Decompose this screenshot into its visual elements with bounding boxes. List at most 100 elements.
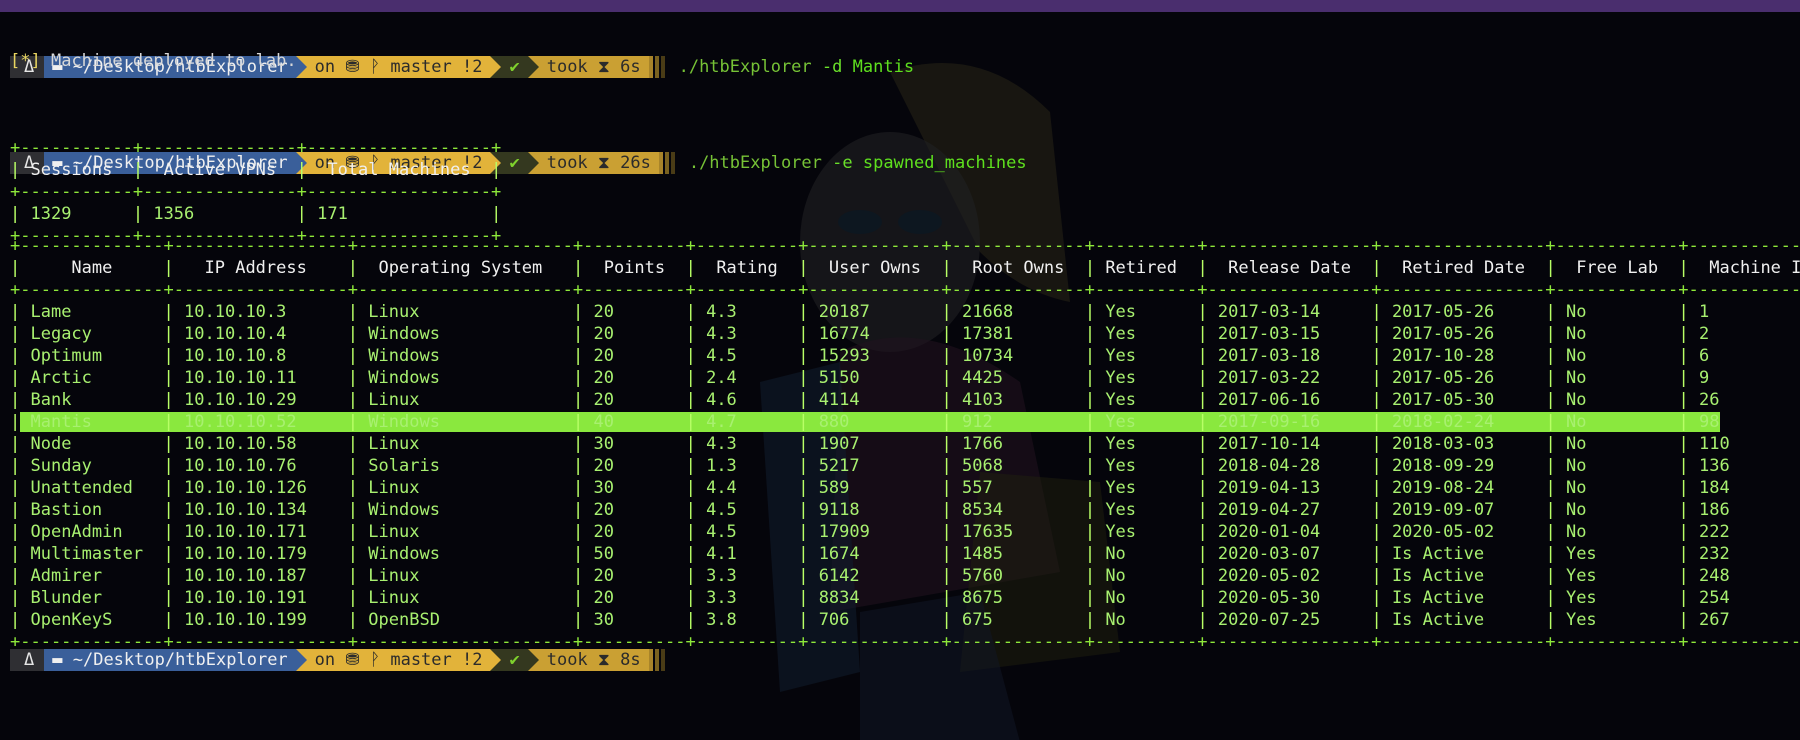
machine-cell: No [1555,434,1679,454]
check-icon: ✔ [509,650,520,670]
table-row[interactable]: | Bank | 10.10.10.29 | Linux | 20 | 4.6 … [10,389,1800,411]
machine-cell: Is Active [1381,566,1546,586]
machine-cell: 6 [1699,346,1710,366]
machine-cell: No [1555,302,1679,322]
machine-cell: 1.3 [695,456,799,476]
machine-cell: Bastion [20,500,164,520]
machine-cell: 20 [583,390,686,410]
table-row[interactable]: | Bastion | 10.10.10.134 | Windows | 20 … [10,499,1800,521]
machine-cell: 2020-01-04 [1207,522,1372,542]
machine-cell: No [1095,610,1198,630]
machine-cell: 10.10.10.58 [173,434,348,454]
machine-cell: 2017-03-18 [1207,346,1372,366]
machine-cell: Linux [358,302,573,322]
machine-cell: Yes [1095,346,1198,366]
table-row[interactable]: | Multimaster | 10.10.10.179 | Windows |… [10,543,1800,565]
machine-cell: 2017-06-16 [1207,390,1372,410]
machine-cell: 1485 [951,544,1085,564]
git-branch-icon: ⛃ ᚹ [345,650,381,670]
table-row[interactable]: | Arctic | 10.10.10.11 | Windows | 20 | … [10,367,1800,389]
machine-cell: Is Active [1381,610,1546,630]
check-icon: ✔ [509,153,520,173]
machine-cell: 2020-05-30 [1207,588,1372,608]
machine-cell: Yes [1555,610,1679,630]
table-row[interactable]: | Unattended | 10.10.10.126 | Linux | 30… [10,477,1800,499]
machine-cell: 248 [1699,566,1730,586]
machine-cell: 5068 [951,456,1085,476]
machine-cell: Yes [1095,522,1198,542]
machine-cell: 9 [1699,368,1710,388]
machine-cell: 20 [583,522,686,542]
machine-cell: 232 [1699,544,1730,564]
machine-cell: 4.6 [695,390,799,410]
machine-cell: 6142 [808,566,942,586]
machine-cell: 17909 [808,522,942,542]
machine-cell: 10.10.10.8 [173,346,348,366]
machine-cell: Yes [1095,324,1198,344]
machine-cell: Sunday [20,456,164,476]
machine-cell: 4.4 [695,478,799,498]
machine-cell: 2017-03-15 [1207,324,1372,344]
machine-cell: Linux [358,522,573,542]
stats-data-row: | 1329 | 1356 | 171 | [10,204,502,224]
machine-cell: 20187 [808,302,942,322]
machine-cell: 589 [808,478,942,498]
prompt-line-3: Δ ▬ ~/Desktop/htbExplorer on ⛃ ᚹ master … [10,605,679,671]
machine-cell: 2017-05-26 [1381,368,1546,388]
machine-cell: Yes [1555,588,1679,608]
machine-cell: No [1555,500,1679,520]
table-row[interactable]: | Legacy | 10.10.10.4 | Windows | 20 | 4… [10,323,1800,345]
table-row[interactable]: | Mantis | 10.10.10.52 | Windows | 40 | … [10,411,1800,433]
machines-header-cell: IP Address [173,258,348,278]
machine-cell: 1766 [951,434,1085,454]
machine-cell: 2020-07-25 [1207,610,1372,630]
machine-cell: 30 [583,434,686,454]
machine-cell: 2017-09-16 [1207,412,1372,432]
machine-cell: 17635 [951,522,1085,542]
machine-cell: 10.10.10.3 [173,302,348,322]
machine-cell: 5150 [808,368,942,388]
table-row[interactable]: | Node | 10.10.10.58 | Linux | 30 | 4.3 … [10,433,1800,455]
table-row[interactable]: | Optimum | 10.10.10.8 | Windows | 20 | … [10,345,1800,367]
terminal-window[interactable]: Δ ▬ ~/Desktop/htbExplorer on ⛃ ᚹ master … [0,12,1800,740]
prompt-line-1: Δ ▬ ~/Desktop/htbExplorer on ⛃ ᚹ master … [10,12,914,78]
machine-cell: 2.4 [695,368,799,388]
table-row[interactable]: | Lame | 10.10.10.3 | Linux | 20 | 4.3 |… [10,301,1800,323]
hourglass-icon: ⧗ [597,153,610,173]
machine-cell: OpenAdmin [20,522,164,542]
machine-cell: Linux [358,478,573,498]
machine-cell: 4.5 [695,346,799,366]
machine-cell: 10734 [951,346,1085,366]
machine-cell: 222 [1699,522,1730,542]
machines-header-row: | Name | IP Address | Operating System |… [10,257,1800,279]
machine-cell: Mantis [20,412,164,432]
machine-cell: Yes [1095,500,1198,520]
machine-cell: Yes [1555,544,1679,564]
machine-cell: 16774 [808,324,942,344]
stats-header-cell: Sessions [20,160,133,180]
command-input-1[interactable]: ./htbExplorer -d Mantis [679,56,914,78]
machine-cell: 880 [808,412,942,432]
machine-cell: 50 [583,544,686,564]
machines-header-cell: Root Owns [951,258,1085,278]
check-icon: ✔ [509,57,520,77]
machine-cell: Arctic [20,368,164,388]
machine-cell: 184 [1699,478,1730,498]
machine-cell: Legacy [20,324,164,344]
machine-cell: 40 [583,412,686,432]
table-row[interactable]: | OpenAdmin | 10.10.10.171 | Linux | 20 … [10,521,1800,543]
machine-cell: 2019-04-13 [1207,478,1372,498]
stats-cell: 1356 [143,204,297,224]
machine-cell: Yes [1095,368,1198,388]
machine-cell: Yes [1095,434,1198,454]
command-input-2[interactable]: ./htbExplorer -e spawned_machines [689,152,1027,174]
machines-header-cell: Release Date [1207,258,1372,278]
stats-header-cell: Total Machines [306,160,492,180]
machine-cell: Yes [1095,390,1198,410]
machine-cell: 2017-10-28 [1381,346,1546,366]
machine-cell: 10.10.10.11 [173,368,348,388]
table-row[interactable]: | Admirer | 10.10.10.187 | Linux | 20 | … [10,565,1800,587]
machine-cell: 9118 [808,500,942,520]
machine-cell: Linux [358,390,573,410]
table-row[interactable]: | Sunday | 10.10.10.76 | Solaris | 20 | … [10,455,1800,477]
